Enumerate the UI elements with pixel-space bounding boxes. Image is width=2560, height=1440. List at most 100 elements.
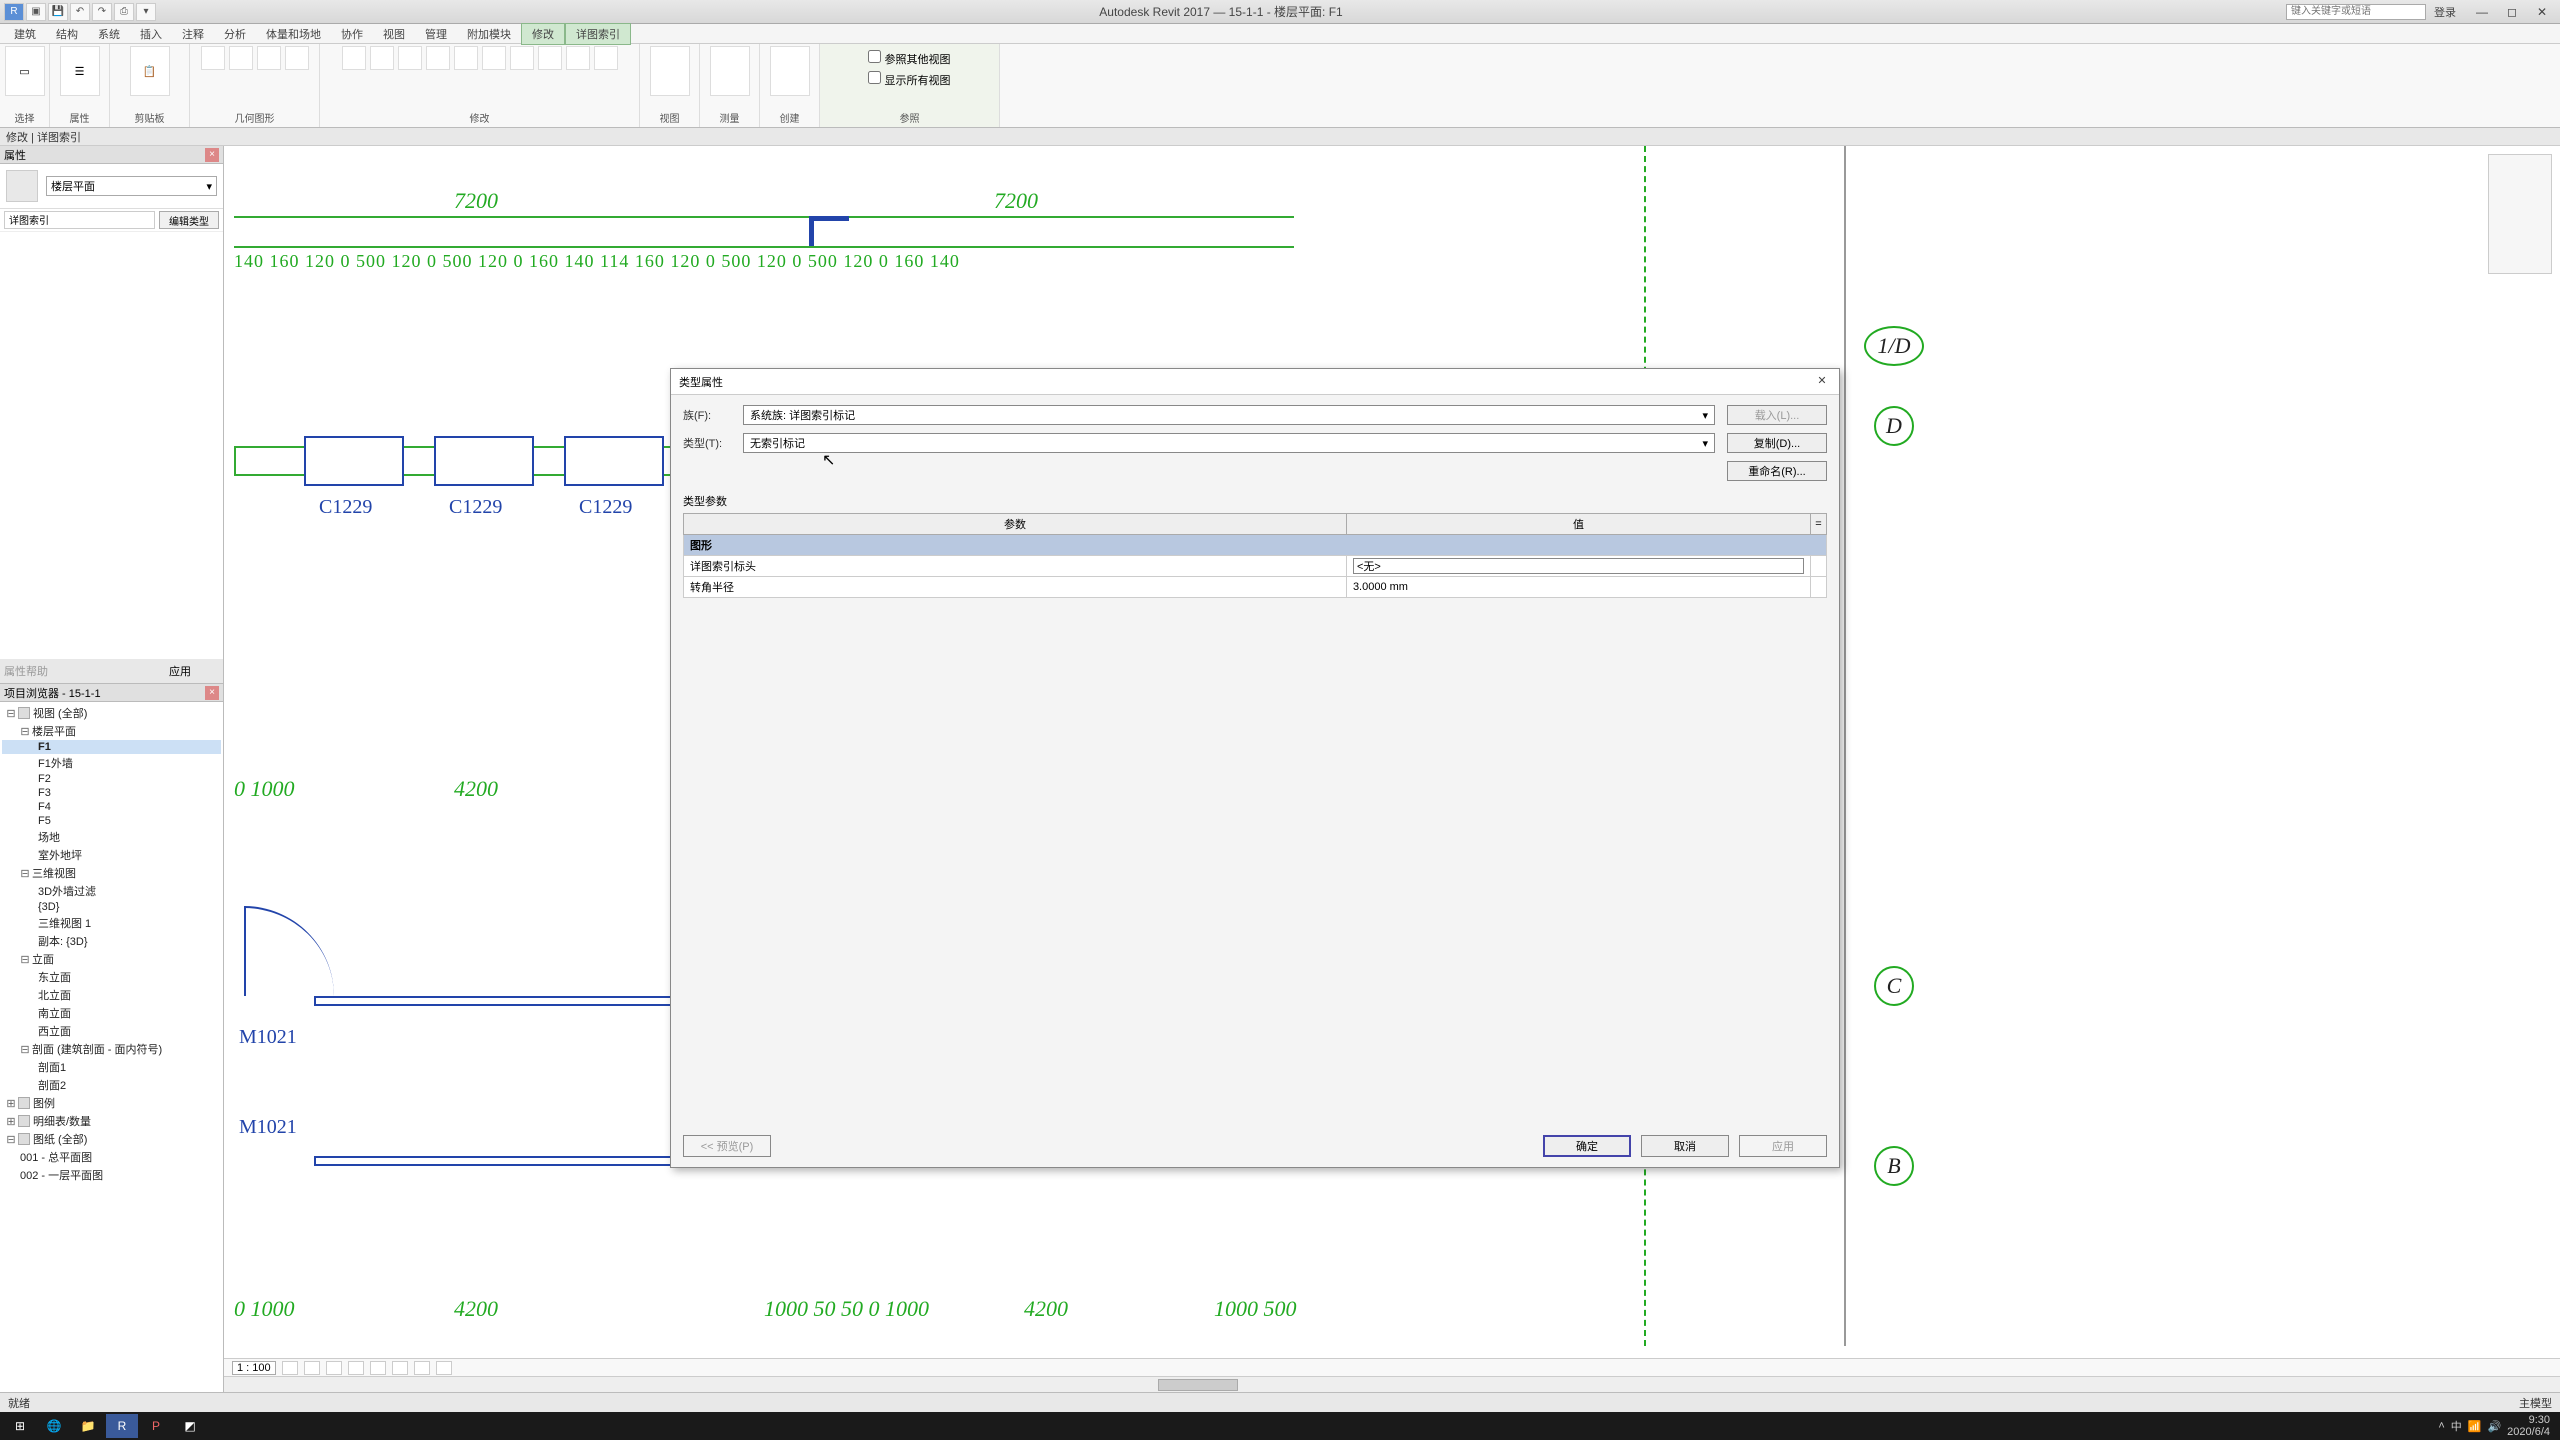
param-group[interactable]: 图形 xyxy=(684,535,1827,556)
param-value-cell[interactable]: 3.0000 mm xyxy=(1346,577,1810,598)
tray-network-icon[interactable]: 📶 xyxy=(2468,1420,2482,1433)
ok-button[interactable]: 确定 xyxy=(1543,1135,1631,1157)
rotate-tool[interactable] xyxy=(398,46,422,70)
tree-item[interactable]: 剖面1 xyxy=(2,1058,221,1076)
tab-modify[interactable]: 修改 xyxy=(521,23,565,45)
select-tool[interactable]: ▭ xyxy=(5,46,45,96)
tray-ime-icon[interactable]: 中 xyxy=(2451,1418,2462,1434)
properties-help-link[interactable]: 属性帮助 xyxy=(4,663,48,679)
paste-tool[interactable]: 📋 xyxy=(130,46,170,96)
family-combo[interactable]: 系统族: 详图索引标记▾ xyxy=(743,405,1715,425)
show-all-views-checkbox[interactable]: 显示所有视图 xyxy=(868,71,950,88)
tree-item[interactable]: ⊟三维视图 xyxy=(2,864,221,882)
grid-bubble[interactable]: D xyxy=(1874,406,1914,446)
param-row[interactable]: 详图索引标头 xyxy=(684,556,1827,577)
grid-bubble[interactable]: C xyxy=(1874,966,1914,1006)
tab-collab[interactable]: 协作 xyxy=(331,24,373,44)
tree-item[interactable]: F3 xyxy=(2,786,221,800)
tree-item[interactable]: 001 - 总平面图 xyxy=(2,1148,221,1166)
project-browser[interactable]: ⊟视图 (全部)⊟楼层平面F1F1外墙F2F3F4F5场地室外地坪⊟三维视图3D… xyxy=(0,702,223,1392)
login-link[interactable]: 登录 xyxy=(2434,4,2456,20)
callout-corner[interactable] xyxy=(809,216,849,246)
tree-item[interactable]: F1 xyxy=(2,740,221,754)
start-button[interactable]: ⊞ xyxy=(4,1414,36,1438)
tab-addins[interactable]: 附加模块 xyxy=(457,24,521,44)
task-browser-icon[interactable]: 🌐 xyxy=(38,1414,70,1438)
copy-tool[interactable] xyxy=(370,46,394,70)
tray-up-icon[interactable]: ˄ xyxy=(2438,1420,2444,1432)
edit-type-button[interactable]: 编辑类型 xyxy=(159,211,219,229)
tree-item[interactable]: 场地 xyxy=(2,828,221,846)
tree-item[interactable]: {3D} xyxy=(2,900,221,914)
hide-isolate-icon[interactable] xyxy=(414,1361,430,1375)
view-scale[interactable]: 1 : 100 xyxy=(232,1361,276,1375)
tree-item[interactable]: 东立面 xyxy=(2,968,221,986)
offset-tool[interactable] xyxy=(566,46,590,70)
scale-tool[interactable] xyxy=(538,46,562,70)
trim-tool[interactable] xyxy=(454,46,478,70)
grid-bubble[interactable]: 1/D xyxy=(1864,326,1924,366)
tree-item[interactable]: F5 xyxy=(2,814,221,828)
tree-item[interactable]: 西立面 xyxy=(2,1022,221,1040)
geom-tool-4[interactable] xyxy=(285,46,309,70)
shadows-icon[interactable] xyxy=(348,1361,364,1375)
tree-item[interactable]: ⊟楼层平面 xyxy=(2,722,221,740)
tree-item[interactable]: ⊟剖面 (建筑剖面 - 面内符号) xyxy=(2,1040,221,1058)
cancel-button[interactable]: 取消 xyxy=(1641,1135,1729,1157)
workset-combo[interactable]: 主模型 xyxy=(2519,1395,2552,1411)
type-selector[interactable]: 楼层平面▾ xyxy=(46,176,217,196)
horizontal-scrollbar[interactable] xyxy=(224,1376,2560,1392)
grid-bubble[interactable]: B xyxy=(1874,1146,1914,1186)
task-revit-icon[interactable]: R xyxy=(106,1414,138,1438)
tree-item[interactable]: 南立面 xyxy=(2,1004,221,1022)
geom-tool-3[interactable] xyxy=(257,46,281,70)
tree-item[interactable]: 北立面 xyxy=(2,986,221,1004)
tree-item[interactable]: 三维视图 1 xyxy=(2,914,221,932)
properties-tool[interactable]: ☰ xyxy=(60,46,100,96)
tree-item[interactable]: 副本: {3D} xyxy=(2,932,221,950)
print-icon[interactable]: ⎙ xyxy=(114,3,134,21)
task-explorer-icon[interactable]: 📁 xyxy=(72,1414,104,1438)
tree-item[interactable]: F2 xyxy=(2,772,221,786)
help-search-input[interactable] xyxy=(2286,4,2426,20)
join-geom-tool[interactable] xyxy=(229,46,253,70)
tree-item[interactable]: ⊟立面 xyxy=(2,950,221,968)
move-tool[interactable] xyxy=(342,46,366,70)
maximize-button[interactable]: ◻ xyxy=(2498,3,2526,21)
properties-apply-button[interactable]: 应用 xyxy=(169,663,219,679)
split-tool[interactable] xyxy=(482,46,506,70)
tree-item[interactable]: ⊟图纸 (全部) xyxy=(2,1130,221,1148)
qat-more-icon[interactable]: ▾ xyxy=(136,3,156,21)
tree-item[interactable]: F4 xyxy=(2,800,221,814)
create-tool[interactable] xyxy=(770,46,810,96)
tab-massing[interactable]: 体量和场地 xyxy=(256,24,331,44)
tab-analyze[interactable]: 分析 xyxy=(214,24,256,44)
tab-annotate[interactable]: 注释 xyxy=(172,24,214,44)
dialog-close-button[interactable]: ✕ xyxy=(1813,373,1831,391)
cut-geom-tool[interactable] xyxy=(201,46,225,70)
tree-item[interactable]: ⊞图例 xyxy=(2,1094,221,1112)
sun-path-icon[interactable] xyxy=(326,1361,342,1375)
tree-item[interactable]: 3D外墙过滤 xyxy=(2,882,221,900)
rename-button[interactable]: 重命名(R)... xyxy=(1727,461,1827,481)
tab-struct[interactable]: 结构 xyxy=(46,24,88,44)
tree-item[interactable]: 剖面2 xyxy=(2,1076,221,1094)
mirror-tool[interactable] xyxy=(426,46,450,70)
revit-logo[interactable]: R xyxy=(4,3,24,21)
visual-style-icon[interactable] xyxy=(304,1361,320,1375)
tab-system[interactable]: 系统 xyxy=(88,24,130,44)
crop-view-icon[interactable] xyxy=(370,1361,386,1375)
measure-tool[interactable] xyxy=(710,46,750,96)
open-icon[interactable]: ▣ xyxy=(26,3,46,21)
task-app-icon[interactable]: ◩ xyxy=(174,1414,206,1438)
view-tool[interactable] xyxy=(650,46,690,96)
param-value-input[interactable] xyxy=(1353,558,1804,574)
tab-manage[interactable]: 管理 xyxy=(415,24,457,44)
tab-view[interactable]: 视图 xyxy=(373,24,415,44)
browser-close-icon[interactable]: × xyxy=(205,686,219,700)
tab-arch[interactable]: 建筑 xyxy=(4,24,46,44)
properties-close-icon[interactable]: × xyxy=(205,148,219,162)
instance-filter-combo[interactable]: 详图索引 xyxy=(4,211,155,229)
tab-insert[interactable]: 插入 xyxy=(130,24,172,44)
crop-region-icon[interactable] xyxy=(392,1361,408,1375)
